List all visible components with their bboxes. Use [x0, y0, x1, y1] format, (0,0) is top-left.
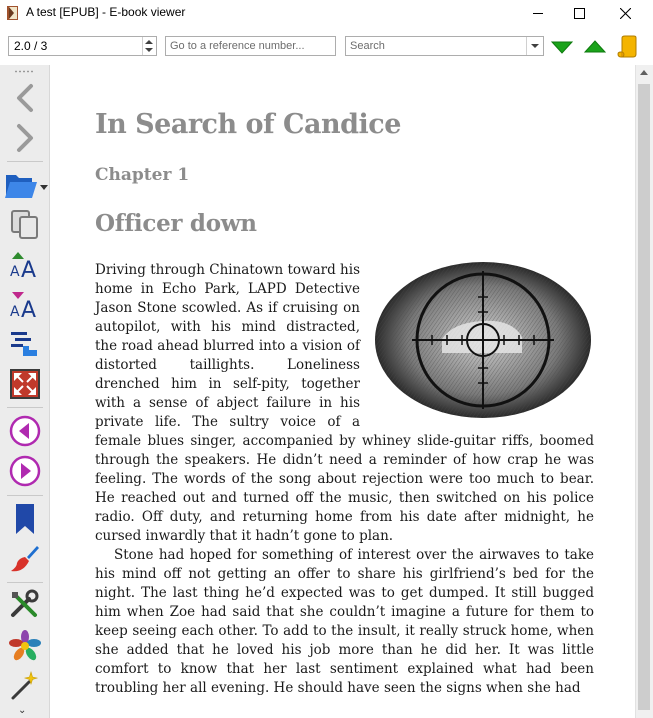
sidebar-divider	[7, 495, 43, 496]
sidebar-divider	[7, 407, 43, 408]
find-next-button[interactable]	[549, 34, 575, 60]
toolbar-grip[interactable]	[14, 70, 34, 73]
table-of-contents-icon	[11, 332, 37, 356]
vertical-scrollbar[interactable]	[635, 65, 653, 718]
crosshair-illustration	[375, 262, 591, 418]
body-text: Driving through Chinatown toward his hom…	[95, 261, 594, 698]
minimize-icon	[533, 13, 543, 14]
copy-button[interactable]	[7, 206, 43, 242]
minimize-button[interactable]	[515, 0, 561, 26]
arrow-right-icon	[17, 124, 33, 152]
triangle-down-icon	[551, 41, 573, 54]
spin-arrows[interactable]	[142, 37, 156, 55]
sidebar: A A A A ⌄	[0, 65, 50, 718]
bookmark-icon	[16, 504, 34, 534]
sidebar-divider	[7, 161, 43, 162]
next-page-button[interactable]	[7, 453, 43, 489]
previous-page-button[interactable]	[7, 413, 43, 449]
chapter-heading: Chapter 1	[95, 165, 190, 185]
window-title: A test [EPUB] - E-book viewer	[26, 5, 186, 19]
font-smaller-button[interactable]: A A	[7, 286, 43, 322]
maximize-button[interactable]	[556, 0, 602, 26]
font-smaller-icon: A A	[10, 292, 36, 319]
triangle-up-icon	[584, 40, 606, 53]
arrow-left-icon	[17, 84, 33, 112]
close-button[interactable]	[602, 0, 648, 26]
font-larger-icon: A A	[10, 252, 36, 279]
open-ebook-button[interactable]	[3, 166, 49, 202]
position-spinbox[interactable]: 2.0 / 3	[8, 36, 157, 56]
search-input[interactable]	[346, 37, 534, 55]
magic-wand-icon	[11, 670, 39, 700]
search-dropdown-icon[interactable]	[526, 37, 543, 55]
position-value: 2.0 / 3	[14, 39, 48, 53]
toolbar: 2.0 / 3	[0, 31, 653, 61]
svg-text:A: A	[10, 304, 20, 319]
svg-text:A: A	[21, 258, 36, 279]
spin-down-icon[interactable]	[145, 48, 153, 52]
table-of-contents-button[interactable]	[7, 326, 43, 362]
previous-circle-icon	[9, 415, 41, 447]
tools-icon	[11, 589, 39, 617]
reference-mode-button[interactable]	[614, 34, 640, 60]
calibre-flower-icon	[9, 630, 41, 661]
search-combobox[interactable]	[345, 36, 544, 56]
bookmark-button[interactable]	[7, 501, 43, 537]
spin-up-icon[interactable]	[145, 40, 153, 44]
book-title: In Search of Candice	[95, 109, 401, 140]
scrollbar-thumb[interactable]	[638, 84, 650, 710]
svg-text:A: A	[21, 298, 36, 319]
title-bar: A test [EPUB] - E-book viewer	[0, 0, 653, 26]
next-circle-icon	[9, 455, 41, 487]
paintbrush-icon	[11, 546, 39, 572]
font-larger-button[interactable]: A A	[7, 246, 43, 282]
fullscreen-icon	[10, 369, 40, 399]
folder-open-icon	[5, 175, 48, 198]
book-page: In Search of Candice Chapter 1 Officer d…	[51, 65, 635, 718]
maximize-icon	[573, 7, 585, 19]
scroll-icon	[617, 35, 637, 58]
reference-input[interactable]	[165, 36, 336, 56]
scroll-up-icon[interactable]	[640, 70, 648, 75]
app-icon	[7, 6, 18, 20]
preferences-button[interactable]	[7, 587, 43, 623]
paragraph: Stone had hoped for something of interes…	[95, 547, 594, 696]
metadata-button[interactable]	[7, 628, 43, 664]
svg-text:A: A	[10, 264, 20, 279]
theme-button[interactable]	[7, 541, 43, 577]
sidebar-divider	[7, 582, 43, 583]
more-tools-chevron-icon[interactable]: ⌄	[18, 705, 26, 716]
back-button[interactable]	[7, 80, 43, 116]
close-icon	[619, 7, 631, 19]
copy-icon	[11, 210, 38, 239]
magic-button[interactable]	[7, 668, 43, 704]
section-heading: Officer down	[95, 210, 257, 237]
fullscreen-button[interactable]	[7, 366, 43, 402]
find-previous-button[interactable]	[582, 34, 608, 60]
forward-button[interactable]	[7, 120, 43, 156]
